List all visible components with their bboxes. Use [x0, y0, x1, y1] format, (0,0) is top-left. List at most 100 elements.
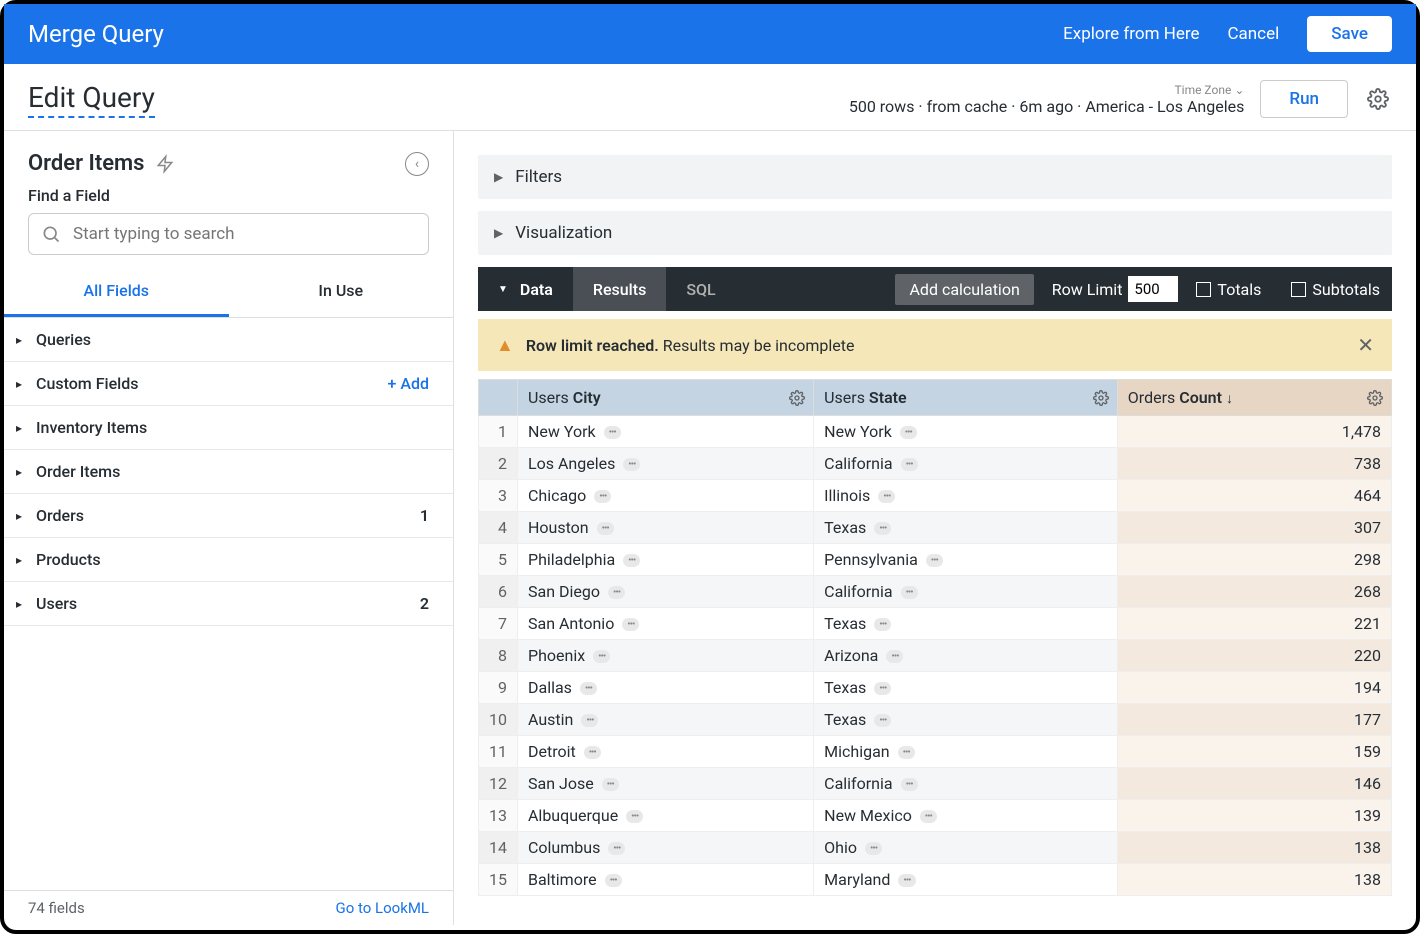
more-icon[interactable]: ••• — [901, 586, 918, 599]
field-group-products[interactable]: ▸Products — [4, 538, 453, 582]
cell-count[interactable]: 177 — [1117, 704, 1391, 736]
cell-city[interactable]: San Jose ••• — [517, 768, 813, 800]
cell-city[interactable]: San Antonio ••• — [517, 608, 813, 640]
more-icon[interactable]: ••• — [584, 746, 601, 759]
more-icon[interactable]: ••• — [623, 554, 640, 567]
cell-state[interactable]: Ohio ••• — [814, 832, 1118, 864]
more-icon[interactable]: ••• — [605, 874, 622, 887]
cell-state[interactable]: Texas ••• — [814, 672, 1118, 704]
cell-state[interactable]: Arizona ••• — [814, 640, 1118, 672]
cancel-link[interactable]: Cancel — [1227, 24, 1279, 44]
bolt-icon[interactable] — [156, 154, 174, 174]
more-icon[interactable]: ••• — [865, 842, 882, 855]
cell-state[interactable]: Pennsylvania ••• — [814, 544, 1118, 576]
column-header-count[interactable]: Orders Count ↓ — [1117, 380, 1391, 416]
more-icon[interactable]: ••• — [581, 714, 598, 727]
more-icon[interactable]: ••• — [874, 714, 891, 727]
cell-state[interactable]: California ••• — [814, 768, 1118, 800]
cell-count[interactable]: 139 — [1117, 800, 1391, 832]
more-icon[interactable]: ••• — [604, 426, 621, 439]
cell-city[interactable]: Albuquerque ••• — [517, 800, 813, 832]
settings-gear-button[interactable] — [1364, 85, 1392, 113]
column-header-city[interactable]: Users City — [517, 380, 813, 416]
more-icon[interactable]: ••• — [920, 810, 937, 823]
more-icon[interactable]: ••• — [608, 842, 625, 855]
field-group-queries[interactable]: ▸Queries — [4, 318, 453, 362]
cell-count[interactable]: 738 — [1117, 448, 1391, 480]
cell-city[interactable]: Philadelphia ••• — [517, 544, 813, 576]
cell-city[interactable]: Dallas ••• — [517, 672, 813, 704]
tab-in-use[interactable]: In Use — [229, 267, 454, 317]
field-group-custom-fields[interactable]: ▸Custom Fields+ Add — [4, 362, 453, 406]
add-calculation-button[interactable]: Add calculation — [895, 274, 1033, 305]
dismiss-warning-button[interactable]: ✕ — [1357, 333, 1374, 357]
more-icon[interactable]: ••• — [626, 810, 643, 823]
sql-tab[interactable]: SQL — [666, 267, 735, 311]
filters-section-toggle[interactable]: ▶ Filters — [478, 155, 1392, 199]
more-icon[interactable]: ••• — [622, 618, 639, 631]
cell-city[interactable]: San Diego ••• — [517, 576, 813, 608]
cell-city[interactable]: Detroit ••• — [517, 736, 813, 768]
cell-city[interactable]: Chicago ••• — [517, 480, 813, 512]
more-icon[interactable]: ••• — [597, 522, 614, 535]
cell-state[interactable]: New Mexico ••• — [814, 800, 1118, 832]
cell-state[interactable]: California ••• — [814, 448, 1118, 480]
cell-state[interactable]: Maryland ••• — [814, 864, 1118, 896]
more-icon[interactable]: ••• — [886, 650, 903, 663]
cell-count[interactable]: 268 — [1117, 576, 1391, 608]
go-to-lookml-link[interactable]: Go to LookML — [336, 899, 430, 917]
cell-count[interactable]: 159 — [1117, 736, 1391, 768]
cell-city[interactable]: Houston ••• — [517, 512, 813, 544]
cell-count[interactable]: 146 — [1117, 768, 1391, 800]
explore-from-here-link[interactable]: Explore from Here — [1063, 24, 1199, 44]
more-icon[interactable]: ••• — [901, 778, 918, 791]
cell-city[interactable]: Columbus ••• — [517, 832, 813, 864]
field-group-order-items[interactable]: ▸Order Items — [4, 450, 453, 494]
run-button[interactable]: Run — [1260, 80, 1348, 118]
more-icon[interactable]: ••• — [900, 426, 917, 439]
more-icon[interactable]: ••• — [608, 586, 625, 599]
row-limit-input[interactable] — [1128, 276, 1178, 302]
more-icon[interactable]: ••• — [878, 490, 895, 503]
more-icon[interactable]: ••• — [874, 682, 891, 695]
more-icon[interactable]: ••• — [602, 778, 619, 791]
more-icon[interactable]: ••• — [594, 490, 611, 503]
field-search-box[interactable] — [28, 213, 429, 255]
cell-city[interactable]: Los Angeles ••• — [517, 448, 813, 480]
results-tab[interactable]: Results — [573, 267, 666, 311]
more-icon[interactable]: ••• — [623, 458, 640, 471]
data-tab[interactable]: Data — [478, 267, 573, 311]
cell-count[interactable]: 221 — [1117, 608, 1391, 640]
subtotals-checkbox[interactable]: Subtotals — [1291, 280, 1380, 299]
more-icon[interactable]: ••• — [898, 874, 915, 887]
column-gear-button[interactable] — [789, 390, 805, 406]
cell-city[interactable]: Baltimore ••• — [517, 864, 813, 896]
cell-count[interactable]: 220 — [1117, 640, 1391, 672]
column-gear-button[interactable] — [1367, 390, 1383, 406]
column-gear-button[interactable] — [1093, 390, 1109, 406]
field-group-inventory-items[interactable]: ▸Inventory Items — [4, 406, 453, 450]
cell-count[interactable]: 1,478 — [1117, 416, 1391, 448]
cell-state[interactable]: Michigan ••• — [814, 736, 1118, 768]
cell-count[interactable]: 138 — [1117, 864, 1391, 896]
cell-count[interactable]: 464 — [1117, 480, 1391, 512]
save-button[interactable]: Save — [1307, 16, 1392, 52]
cell-state[interactable]: New York ••• — [814, 416, 1118, 448]
cell-count[interactable]: 307 — [1117, 512, 1391, 544]
more-icon[interactable]: ••• — [926, 554, 943, 567]
cell-state[interactable]: Texas ••• — [814, 512, 1118, 544]
more-icon[interactable]: ••• — [898, 746, 915, 759]
more-icon[interactable]: ••• — [901, 458, 918, 471]
cell-state[interactable]: Texas ••• — [814, 608, 1118, 640]
column-header-state[interactable]: Users State — [814, 380, 1118, 416]
edit-query-title[interactable]: Edit Query — [28, 81, 155, 118]
cell-city[interactable]: Phoenix ••• — [517, 640, 813, 672]
collapse-sidebar-button[interactable]: ‹ — [405, 152, 429, 176]
add-custom-field-link[interactable]: + Add — [388, 374, 430, 393]
cell-count[interactable]: 298 — [1117, 544, 1391, 576]
totals-checkbox[interactable]: Totals — [1196, 280, 1261, 299]
field-group-users[interactable]: ▸Users2 — [4, 582, 453, 626]
cell-state[interactable]: California ••• — [814, 576, 1118, 608]
cell-city[interactable]: Austin ••• — [517, 704, 813, 736]
search-input[interactable] — [73, 224, 416, 244]
